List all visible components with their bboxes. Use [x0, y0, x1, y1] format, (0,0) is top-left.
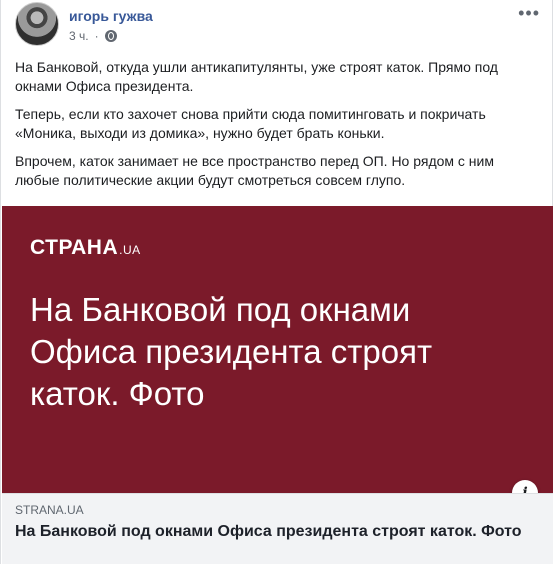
more-options-icon[interactable]: •••: [518, 4, 540, 22]
brand-logo: СТРАНА.UA: [30, 236, 141, 260]
brand-name: СТРАНА: [30, 236, 119, 259]
link-card[interactable]: STRANA.UA На Банковой под окнами Офиса п…: [2, 493, 553, 564]
post-meta: 3 ч. ·: [69, 29, 117, 43]
link-title[interactable]: На Банковой под окнами Офиса президента …: [15, 522, 540, 542]
avatar[interactable]: [15, 2, 59, 46]
preview-headline: На Банковой под окнами Офиса президента …: [30, 291, 433, 412]
post-header: игорь гужва 3 ч. · •••: [15, 2, 540, 46]
author-name[interactable]: игорь гужва: [69, 8, 153, 24]
post-text: На Банковой, откуда ушли антикапитулянты…: [15, 58, 535, 199]
post-paragraph: Теперь, если кто захочет снова прийти сю…: [15, 106, 486, 141]
timestamp[interactable]: 3 ч.: [69, 29, 89, 43]
post-paragraph: Впрочем, каток занимает не все пространс…: [15, 153, 494, 188]
link-domain: STRANA.UA: [15, 503, 84, 517]
globe-icon[interactable]: [104, 30, 117, 42]
facebook-post: игорь гужва 3 ч. · ••• На Банковой, отку…: [0, 0, 553, 564]
brand-tld: .UA: [119, 243, 141, 257]
link-preview-image[interactable]: СТРАНА.UA На Банковой под окнами Офиса п…: [2, 206, 553, 493]
post-paragraph: На Банковой, откуда ушли антикапитулянты…: [15, 59, 498, 94]
